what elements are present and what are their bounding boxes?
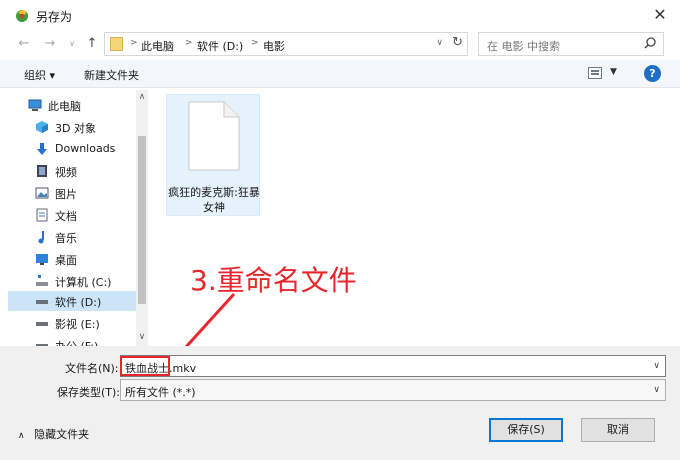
back-arrow-icon[interactable]: ← xyxy=(16,34,32,54)
sidebar-item-this-pc[interactable]: 此电脑 xyxy=(8,95,136,115)
filename-label: 文件名(N): xyxy=(65,362,119,375)
search-icon xyxy=(644,37,656,49)
sidebar-item-label: 文档 xyxy=(55,210,77,223)
music-note-icon xyxy=(38,231,44,244)
download-arrow-icon xyxy=(37,143,47,155)
drive-icon xyxy=(36,344,48,346)
view-options-icon[interactable] xyxy=(588,67,602,79)
navigation-pane: 此电脑 3D 对象 Downloads 视频 图片 文档 音乐 桌面 计算机 (… xyxy=(0,90,150,346)
folder-icon xyxy=(110,37,123,51)
sidebar-item-label: 图片 xyxy=(55,188,77,201)
sidebar-item-downloads[interactable]: Downloads xyxy=(8,139,136,159)
sidebar-item-documents[interactable]: 文档 xyxy=(8,205,136,225)
hide-folders-label: 隐藏文件夹 xyxy=(34,428,90,441)
drive-icon xyxy=(36,300,48,304)
sidebar-item-label: 办公 (F:) xyxy=(55,338,98,346)
breadcrumb-separator-icon: > xyxy=(251,38,259,48)
picture-icon xyxy=(35,187,49,199)
sidebar-item-drive-c[interactable]: 计算机 (C:) xyxy=(8,271,136,291)
breadcrumb-movies[interactable]: 电影 xyxy=(263,38,285,54)
breadcrumb-separator-icon: > xyxy=(185,38,193,48)
recent-locations-chevron-icon[interactable]: ∨ xyxy=(64,34,80,54)
sidebar-item-drive-f[interactable]: 办公 (F:) xyxy=(8,335,136,346)
scroll-down-icon[interactable]: ∨ xyxy=(136,332,148,342)
hide-folders-toggle[interactable]: ∧ 隐藏文件夹 xyxy=(18,426,89,442)
sidebar-item-label: 软件 (D:) xyxy=(55,296,102,309)
computer-icon xyxy=(28,99,42,111)
window-title: 另存为 xyxy=(36,10,73,24)
sidebar-scrollbar[interactable]: ∧ ∨ xyxy=(136,90,148,346)
scroll-up-icon[interactable]: ∧ xyxy=(136,92,148,102)
save-options-panel: 文件名(N): 铁血战士.mkv ∨ 保存类型(T): 所有文件 (*.*) ∨… xyxy=(0,346,680,460)
save-button[interactable]: 保存(S) xyxy=(489,418,563,442)
organize-menu[interactable]: 组织 ▾ xyxy=(24,67,55,83)
sidebar-item-label: Downloads xyxy=(55,142,116,155)
forward-arrow-icon[interactable]: → xyxy=(42,34,58,54)
desktop-icon xyxy=(36,254,48,265)
filename-dropdown-icon[interactable]: ∨ xyxy=(653,361,660,371)
sidebar-item-label: 此电脑 xyxy=(48,100,81,113)
breadcrumb-this-pc[interactable]: 此电脑 xyxy=(141,38,174,54)
search-placeholder: 在 电影 中搜索 xyxy=(487,40,560,53)
video-icon xyxy=(37,165,47,177)
file-name-label: 疯狂的麦克斯:狂暴女神 xyxy=(168,186,260,214)
chevron-up-icon: ∧ xyxy=(18,431,25,441)
app-icon xyxy=(16,10,28,22)
document-icon xyxy=(36,208,48,222)
breadcrumb-drive-d[interactable]: 软件 (D:) xyxy=(197,38,243,54)
title-bar: 另存为 ✕ xyxy=(0,0,680,30)
filetype-dropdown-icon[interactable]: ∨ xyxy=(653,385,660,395)
sidebar-item-label: 影视 (E:) xyxy=(55,318,100,331)
sidebar-item-3d-objects[interactable]: 3D 对象 xyxy=(8,117,136,137)
sidebar-item-pictures[interactable]: 图片 xyxy=(8,183,136,203)
sidebar-item-label: 视频 xyxy=(55,166,77,179)
address-bar[interactable]: > 此电脑 > 软件 (D:) > 电影 ∨ ↻ xyxy=(104,32,468,56)
sidebar-item-drive-e[interactable]: 影视 (E:) xyxy=(8,313,136,333)
drive-icon xyxy=(36,322,48,326)
blank-file-icon xyxy=(188,101,240,171)
help-icon[interactable]: ? xyxy=(644,65,661,82)
sidebar-item-label: 3D 对象 xyxy=(55,122,96,135)
breadcrumb-separator-icon: > xyxy=(130,38,138,48)
cube-icon xyxy=(36,121,48,133)
sidebar-item-label: 计算机 (C:) xyxy=(55,276,112,289)
view-dropdown-icon[interactable]: ▼ xyxy=(610,67,617,77)
cancel-button[interactable]: 取消 xyxy=(581,418,655,442)
file-item[interactable]: 疯狂的麦克斯:狂暴女神 xyxy=(166,94,260,216)
scrollbar-thumb[interactable] xyxy=(138,136,146,304)
up-arrow-icon[interactable]: ↑ xyxy=(84,34,100,54)
address-dropdown-icon[interactable]: ∨ xyxy=(436,38,443,48)
filetype-select[interactable]: 所有文件 (*.*) ∨ xyxy=(120,379,666,401)
filetype-label: 保存类型(T): xyxy=(57,386,121,399)
filename-field[interactable]: 铁血战士.mkv ∨ xyxy=(120,355,666,377)
sidebar-item-label: 桌面 xyxy=(55,254,77,267)
drive-c-icon xyxy=(36,275,48,286)
sidebar-item-music[interactable]: 音乐 xyxy=(8,227,136,247)
search-box[interactable]: 在 电影 中搜索 xyxy=(478,32,664,56)
sidebar-item-videos[interactable]: 视频 xyxy=(8,161,136,181)
navigation-bar: ← → ∨ ↑ > 此电脑 > 软件 (D:) > 电影 ∨ ↻ 在 电影 中搜… xyxy=(0,30,680,58)
close-icon[interactable]: ✕ xyxy=(650,5,670,25)
sidebar-item-label: 音乐 xyxy=(55,232,77,245)
filetype-value: 所有文件 (*.*) xyxy=(125,386,196,399)
new-folder-button[interactable]: 新建文件夹 xyxy=(84,67,139,83)
filename-highlight-box xyxy=(120,356,170,376)
sidebar-item-desktop[interactable]: 桌面 xyxy=(8,249,136,269)
command-toolbar: 组织 ▾ 新建文件夹 ▼ ? xyxy=(0,60,680,88)
sidebar-item-drive-d[interactable]: 软件 (D:) xyxy=(8,291,136,311)
refresh-icon[interactable]: ↻ xyxy=(452,35,463,50)
